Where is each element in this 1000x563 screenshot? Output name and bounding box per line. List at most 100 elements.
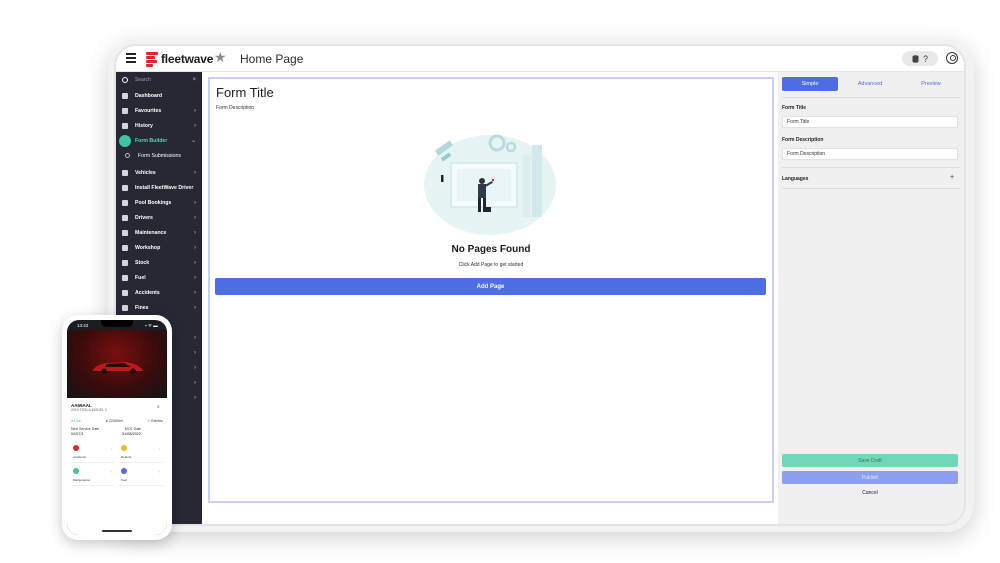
sidebar-item-label: Form Submissions (138, 152, 181, 159)
stage: fleetwave ★ Home Page ? Search × Dashboa… (0, 0, 1000, 563)
sidebar-item-form-submissions[interactable]: Form Submissions (116, 149, 202, 162)
sidebar-item-label: Install FleetWave Driver (135, 184, 194, 191)
panel-tabs: Simple Advanced Preview (782, 77, 960, 91)
vehicle-model: 2019 TESLA MODEL 3 (71, 408, 107, 412)
sidebar-item-label: Drivers (135, 214, 153, 221)
tab-simple[interactable]: Simple (782, 77, 838, 91)
fuel-tile[interactable]: Fuel › (119, 466, 163, 486)
search-icon (122, 77, 128, 83)
chevron-right-icon: › (194, 214, 196, 221)
fleetwave-logo[interactable]: fleetwave (146, 51, 213, 67)
vehicle-fuel-type: ⚡ Electric (147, 419, 163, 423)
form-description-text: Form Description (216, 105, 255, 111)
mot-value: 31/08/2022 (121, 432, 141, 436)
form-canvas[interactable]: Form Title Form Description No Pages Fou… (208, 77, 774, 503)
top-bar: fleetwave ★ Home Page ? (116, 46, 964, 72)
phone-notch (101, 320, 133, 327)
save-draft-button[interactable]: Save Draft (782, 454, 958, 467)
sidebar-item-drivers[interactable]: Drivers › (116, 211, 202, 224)
sidebar-item-stock[interactable]: Stock › (116, 256, 202, 269)
tile-label: Fuel (121, 478, 127, 482)
sidebar-item-dashboard[interactable]: Dashboard (116, 89, 202, 102)
sidebar-item-accidents[interactable]: Accidents › (116, 286, 202, 299)
vehicle-dates-values: 02/07/1 31/08/2022 (71, 432, 141, 436)
document-icon (122, 304, 128, 311)
sidebar-search[interactable]: Search × (116, 72, 202, 88)
sidebar-item-fines[interactable]: Fines › (116, 301, 202, 314)
mobile-icon (122, 184, 128, 191)
accidents-tile[interactable]: Accidents › (71, 443, 115, 463)
car-image (93, 362, 143, 374)
chevron-right-icon: › (111, 469, 113, 474)
sidebar-item-label: Favourites (135, 107, 162, 114)
sidebar-item-history[interactable]: History › (116, 119, 202, 132)
form-title-heading: Form Title (216, 85, 274, 100)
garage-icon (122, 244, 128, 251)
help-icon: ? (922, 53, 928, 64)
chevron-right-icon: › (111, 446, 113, 451)
chevron-right-icon: › (194, 259, 196, 266)
wrench-icon (122, 229, 128, 236)
sidebar-item-label: History (135, 122, 153, 129)
chevron-right-icon: › (194, 364, 196, 371)
form-description-input[interactable]: Form Description (782, 148, 958, 160)
sidebar-item-label: Fines (135, 304, 149, 311)
maintenance-tile[interactable]: Maintenance › (71, 466, 115, 486)
search-icon[interactable]: ⌕ (157, 404, 160, 410)
sidebar-item-vehicles[interactable]: Vehicles › (116, 166, 202, 179)
brand-name: fleetwave (161, 52, 214, 66)
clear-search-icon[interactable]: × (192, 77, 196, 83)
vehicle-mileage: ● 22000mi (105, 419, 123, 423)
sidebar-item-favourites[interactable]: Favourites › (116, 104, 202, 117)
fuel-icon (121, 468, 127, 474)
tab-preview[interactable]: Preview (902, 77, 960, 91)
sidebar-item-workshop[interactable]: Workshop › (116, 241, 202, 254)
cancel-button[interactable]: Cancel (782, 490, 958, 496)
favourite-star-icon[interactable]: ★ (214, 49, 227, 66)
sidebar-item-maintenance[interactable]: Maintenance › (116, 226, 202, 239)
divider (782, 167, 960, 168)
database-help-button[interactable]: ? (902, 51, 938, 66)
sidebar-item-form-builder[interactable]: Form Builder ⌄ (116, 134, 202, 147)
hamburger-menu-icon[interactable] (126, 53, 136, 63)
star-icon (122, 107, 128, 114)
publish-button[interactable]: Publish (782, 471, 958, 484)
stock-icon (122, 259, 128, 266)
add-language-icon[interactable]: + (950, 174, 954, 181)
dashboard-icon (122, 92, 128, 99)
chevron-right-icon: › (194, 349, 196, 356)
tablet-screen: fleetwave ★ Home Page ? Search × Dashboa… (114, 44, 966, 526)
maintenance-icon (73, 468, 79, 474)
accident-icon (122, 289, 128, 296)
page-title: Home Page (240, 52, 304, 66)
form-title-input[interactable]: Form Title (782, 116, 958, 128)
sidebar-item-install-driver[interactable]: Install FleetWave Driver (116, 181, 202, 194)
home-indicator[interactable] (102, 530, 132, 532)
tab-advanced[interactable]: Advanced (840, 77, 900, 91)
languages-section-header[interactable]: Languages (782, 176, 808, 182)
fuel-pump-icon (122, 274, 128, 281)
vehicle-info-card: AA69AAL 2019 TESLA MODEL 3 ⌕ ● Live ● 22… (67, 398, 167, 535)
sidebar-search-input[interactable]: Search (135, 77, 192, 83)
add-page-button[interactable]: Add Page (215, 278, 766, 295)
car-icon (122, 169, 128, 176)
chevron-right-icon: › (194, 244, 196, 251)
person-icon (122, 214, 128, 221)
defects-tile[interactable]: Defects › (119, 443, 163, 463)
user-account-icon[interactable] (946, 52, 958, 64)
chevron-right-icon: › (159, 446, 161, 451)
sidebar-item-pool-bookings[interactable]: Pool Bookings › (116, 196, 202, 209)
chevron-right-icon: › (194, 107, 196, 114)
chevron-right-icon: › (194, 122, 196, 129)
next-service-value: 02/07/1 (71, 432, 84, 436)
mot-label: MOT Date (124, 427, 141, 431)
chevron-right-icon: › (194, 199, 196, 206)
tile-label: Maintenance (73, 478, 91, 482)
sidebar-item-fuel[interactable]: Fuel › (116, 271, 202, 284)
sidebar-item-label: Pool Bookings (135, 199, 172, 206)
empty-state-title: No Pages Found (451, 244, 531, 255)
chevron-right-icon: › (194, 304, 196, 311)
chevron-right-icon: › (159, 469, 161, 474)
sidebar-item-label: Vehicles (135, 169, 156, 176)
key-icon (122, 199, 128, 206)
